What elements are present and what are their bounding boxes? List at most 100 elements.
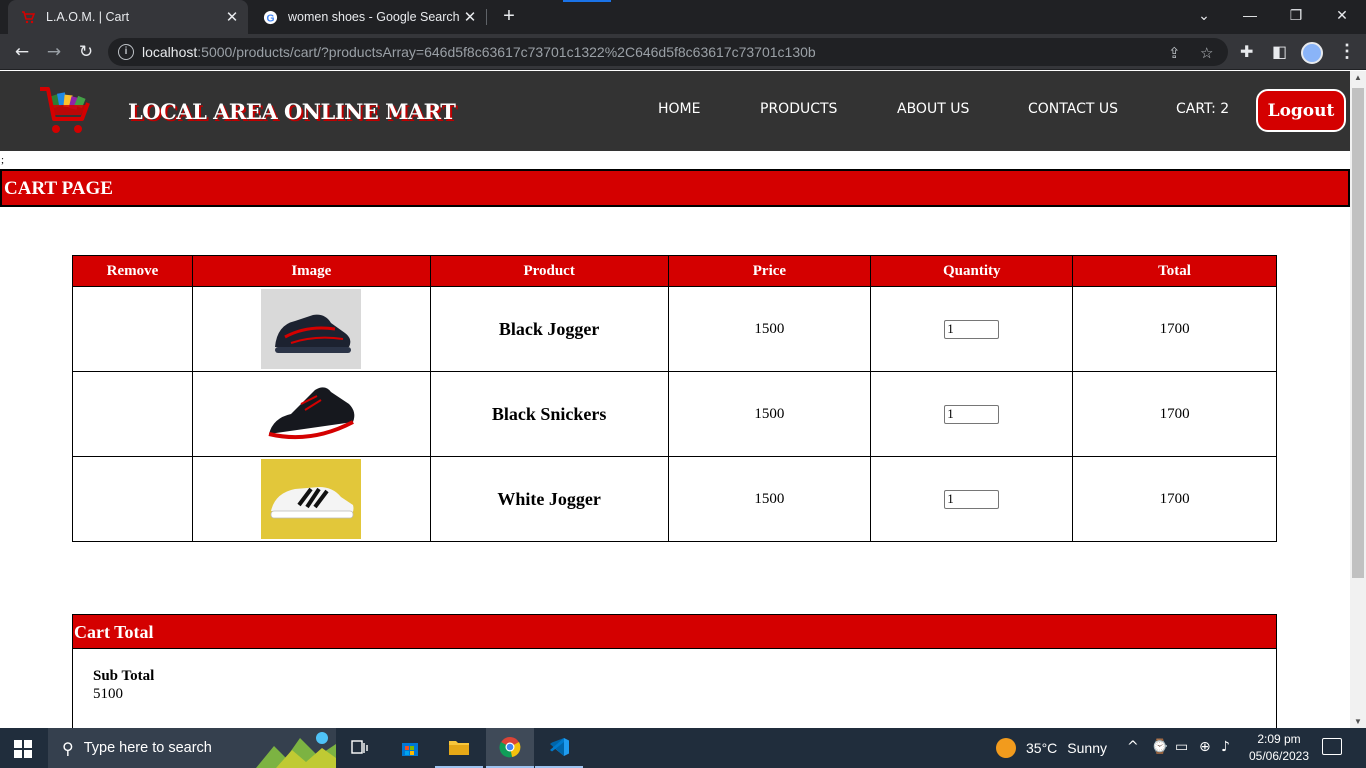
tab-drag-indicator bbox=[563, 0, 611, 2]
tab-search-chevron-icon[interactable]: ⌄ bbox=[1181, 0, 1227, 30]
search-icon: ⚲ bbox=[62, 738, 74, 758]
site-info-icon[interactable]: i bbox=[118, 44, 134, 60]
scrollbar-thumb[interactable] bbox=[1352, 88, 1364, 578]
new-tab-plus-icon[interactable]: + bbox=[498, 5, 520, 27]
share-icon[interactable]: ⇪ bbox=[1168, 44, 1181, 62]
taskbar-search-box[interactable]: ⚲ Type here to search bbox=[48, 728, 336, 768]
table-row: Black Snickers 1500 1700 bbox=[72, 371, 1277, 457]
nav-products-link[interactable]: PRODUCTS bbox=[760, 101, 837, 117]
column-header-total: Total bbox=[1072, 255, 1277, 287]
product-name: Black Jogger bbox=[429, 286, 669, 372]
white-jogger-image bbox=[261, 459, 362, 539]
extensions-puzzle-icon[interactable]: ✚ bbox=[1240, 42, 1253, 61]
weather-widget[interactable]: 35°C Sunny bbox=[996, 728, 1107, 768]
reload-icon[interactable]: ↻ bbox=[72, 38, 100, 66]
product-name: Black Snickers bbox=[429, 371, 669, 457]
address-bar[interactable]: i localhost:5000/products/cart/?products… bbox=[108, 38, 1228, 66]
cart-total-box: Cart Total Sub Total 5100 bbox=[72, 614, 1277, 728]
search-highlight-art-icon bbox=[256, 732, 336, 768]
column-header-image: Image bbox=[191, 255, 431, 287]
site-brand-title[interactable]: LOCAL AREA ONLINE MART bbox=[128, 99, 456, 124]
nav-contact-link[interactable]: CONTACT US bbox=[1028, 101, 1118, 117]
cart-logo-icon[interactable] bbox=[36, 85, 92, 137]
product-image-cell bbox=[191, 456, 431, 542]
weather-condition: Sunny bbox=[1067, 740, 1107, 756]
show-hidden-icons-chevron-icon[interactable]: ^ bbox=[1127, 739, 1139, 755]
browser-tab-strip: L.A.O.M. | Cart ✕ G women shoes - Google… bbox=[0, 0, 1366, 34]
cart-page-banner: CART PAGE bbox=[0, 169, 1350, 207]
tab-google-search[interactable]: G women shoes - Google Search ✕ bbox=[250, 0, 486, 34]
notifications-icon[interactable] bbox=[1322, 738, 1342, 755]
logout-button[interactable]: Logout bbox=[1256, 89, 1346, 132]
remove-cell[interactable] bbox=[72, 371, 193, 457]
scroll-up-arrow-icon[interactable]: ▲ bbox=[1354, 73, 1362, 82]
side-panel-icon[interactable]: ◧ bbox=[1272, 42, 1287, 61]
battery-icon[interactable]: ▭ bbox=[1175, 739, 1188, 755]
microsoft-store-icon[interactable] bbox=[386, 728, 434, 768]
page-viewport: LOCAL AREA ONLINE MART HOME PRODUCTS ABO… bbox=[0, 71, 1350, 728]
restore-icon[interactable]: ❐ bbox=[1273, 0, 1319, 30]
quantity-cell bbox=[870, 371, 1074, 457]
row-total: 1700 bbox=[1072, 286, 1277, 372]
product-price: 1500 bbox=[667, 371, 872, 457]
search-placeholder: Type here to search bbox=[83, 740, 212, 756]
page-scrollbar[interactable]: ▲ ▼ bbox=[1350, 71, 1366, 728]
browser-toolbar: ← → ↻ i localhost:5000/products/cart/?pr… bbox=[0, 34, 1366, 70]
meet-now-icon[interactable]: ⌚ bbox=[1151, 739, 1168, 755]
quantity-cell bbox=[870, 456, 1074, 542]
subtotal-label: Sub Total bbox=[93, 668, 155, 684]
cart-table: Remove Image Product Price Quantity Tota… bbox=[72, 255, 1277, 542]
windows-taskbar: ⚲ Type here to search 35°C Sunny ^ ⌚ ▭ ⊕… bbox=[0, 728, 1366, 768]
quantity-input[interactable] bbox=[944, 319, 1000, 339]
google-favicon-icon: G bbox=[262, 9, 278, 25]
stray-text: ; bbox=[1, 154, 5, 166]
volume-icon[interactable]: ♪ bbox=[1221, 739, 1230, 755]
system-clock[interactable]: 2:09 pm 05/06/2023 bbox=[1244, 731, 1314, 765]
nav-home-link[interactable]: HOME bbox=[658, 101, 700, 117]
svg-text:G: G bbox=[266, 13, 274, 24]
nav-about-link[interactable]: ABOUT US bbox=[897, 101, 969, 117]
product-name: White Jogger bbox=[429, 456, 669, 542]
profile-avatar-icon[interactable] bbox=[1301, 42, 1323, 64]
bookmark-star-icon[interactable]: ☆ bbox=[1200, 44, 1213, 62]
product-price: 1500 bbox=[667, 286, 872, 372]
column-header-remove: Remove bbox=[72, 255, 193, 287]
vscode-icon[interactable] bbox=[535, 728, 583, 768]
sun-icon bbox=[996, 738, 1016, 758]
subtotal-value: 5100 bbox=[93, 686, 123, 702]
remove-cell[interactable] bbox=[72, 286, 193, 372]
close-window-icon[interactable]: ✕ bbox=[1319, 0, 1365, 30]
quantity-input[interactable] bbox=[944, 404, 1000, 424]
cart-table-header: Remove Image Product Price Quantity Tota… bbox=[72, 255, 1277, 287]
column-header-price: Price bbox=[667, 255, 872, 287]
temperature: 35°C bbox=[1026, 740, 1058, 756]
chrome-taskbar-icon[interactable] bbox=[486, 728, 534, 768]
product-price: 1500 bbox=[667, 456, 872, 542]
network-globe-icon[interactable]: ⊕ bbox=[1199, 739, 1211, 755]
row-total: 1700 bbox=[1072, 456, 1277, 542]
row-total: 1700 bbox=[1072, 371, 1277, 457]
cart-total-heading: Cart Total bbox=[73, 615, 1276, 649]
task-view-icon[interactable] bbox=[336, 728, 384, 768]
cart-favicon-icon bbox=[20, 9, 36, 25]
chrome-menu-icon[interactable]: ⋮ bbox=[1338, 41, 1356, 62]
forward-arrow-icon[interactable]: → bbox=[40, 38, 68, 66]
column-header-quantity: Quantity bbox=[870, 255, 1074, 287]
clock-time: 2:09 pm bbox=[1257, 732, 1301, 746]
tab-cart[interactable]: L.A.O.M. | Cart ✕ bbox=[8, 0, 248, 34]
quantity-cell bbox=[870, 286, 1074, 372]
black-jogger-image bbox=[261, 289, 362, 369]
scroll-down-arrow-icon[interactable]: ▼ bbox=[1354, 717, 1362, 726]
back-arrow-icon[interactable]: ← bbox=[8, 38, 36, 66]
column-header-product: Product bbox=[429, 255, 669, 287]
product-image-cell bbox=[191, 371, 431, 457]
windows-start-icon[interactable] bbox=[14, 740, 32, 758]
close-tab-icon[interactable]: ✕ bbox=[222, 8, 242, 26]
quantity-input[interactable] bbox=[944, 489, 1000, 509]
close-tab-icon[interactable]: ✕ bbox=[460, 8, 480, 26]
file-explorer-icon[interactable] bbox=[435, 728, 483, 768]
tab-title: women shoes - Google Search bbox=[288, 10, 460, 24]
minimize-icon[interactable]: — bbox=[1227, 0, 1273, 30]
remove-cell[interactable] bbox=[72, 456, 193, 542]
nav-cart-link[interactable]: CART: 2 bbox=[1176, 101, 1229, 117]
